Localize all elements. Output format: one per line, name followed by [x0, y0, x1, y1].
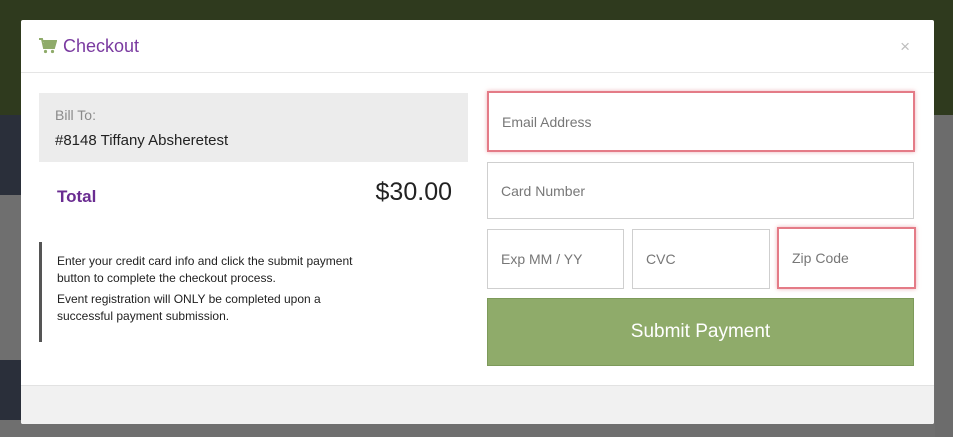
total-label: Total [57, 187, 97, 206]
submit-payment-button[interactable]: Submit Payment [487, 298, 914, 366]
total-amount: $30.00 [375, 178, 452, 206]
modal-title: Checkout [63, 36, 140, 56]
background-panel [0, 360, 22, 420]
checkout-modal: Checkout × Bill To: #8148 Tiffany Absher… [21, 20, 934, 424]
modal-footer [21, 385, 934, 424]
close-icon[interactable]: × [900, 37, 910, 57]
modal-header: Checkout × [21, 20, 934, 73]
bill-to-panel: Bill To: #8148 Tiffany Absheretest [39, 93, 468, 162]
bill-to-name: #8148 Tiffany Absheretest [55, 132, 229, 149]
expiry-field[interactable] [487, 229, 624, 289]
checkout-instructions: Enter your credit card info and click th… [39, 242, 462, 342]
card-number-field[interactable] [487, 162, 914, 219]
bill-to-label: Bill To: [55, 107, 96, 123]
instruction-text: button to complete the checkout process. [57, 271, 276, 285]
background-sidebar [935, 115, 953, 437]
shopping-cart-icon [39, 38, 57, 54]
cvc-field[interactable] [632, 229, 770, 289]
zip-code-field[interactable] [777, 227, 916, 289]
background-panel [0, 115, 22, 195]
email-field[interactable] [487, 91, 915, 152]
instruction-text: Event registration will ONLY be complete… [57, 292, 321, 306]
instruction-text: successful payment submission. [57, 309, 230, 323]
instruction-text: Enter your credit card info and click th… [57, 254, 353, 268]
